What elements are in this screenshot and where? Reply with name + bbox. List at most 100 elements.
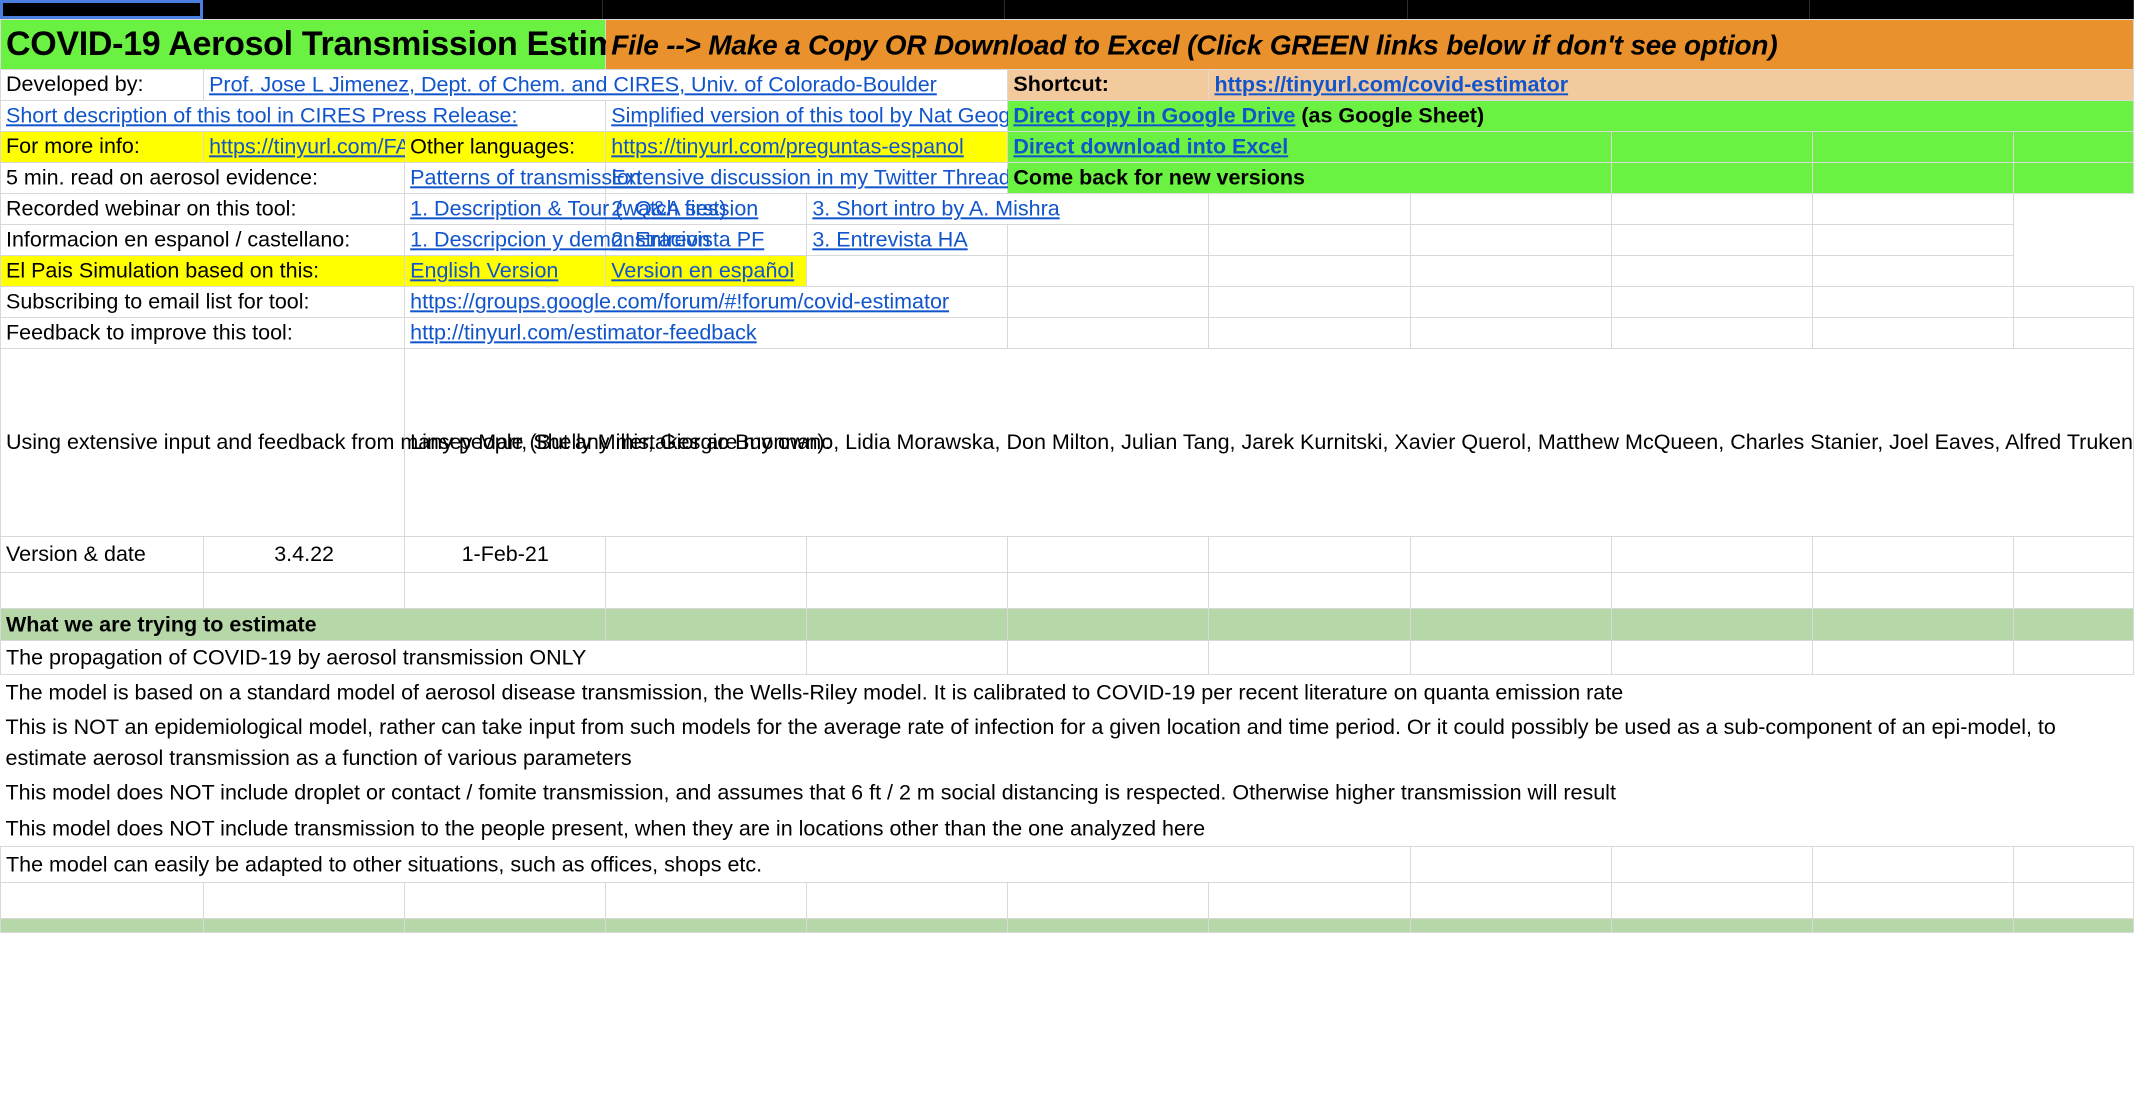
more-info-label: For more info: — [0, 131, 205, 163]
row-estimate-line-0: The propagation of COVID-19 by aerosol t… — [0, 640, 2134, 675]
blank1-cell-4 — [605, 572, 808, 609]
five-minute-read-label: 5 min. read on aerosol evidence: — [0, 162, 405, 194]
row-subscribe: Subscribing to email list for tool: http… — [0, 286, 2134, 318]
preguntas-espanol-link[interactable]: https://tinyurl.com/preguntas-espanol — [605, 131, 1008, 163]
blank2-cell-7 — [1208, 882, 1411, 920]
partial-band-cell-8 — [1409, 918, 1612, 934]
webinar-short-intro-link[interactable]: 3. Short intro by A. Mishra — [806, 193, 1209, 225]
blank1-cell-11 — [2012, 572, 2134, 609]
blank2-cell-4 — [605, 882, 808, 920]
estimate0-filler-4 — [1409, 640, 1612, 675]
cires-press-release-text: Short description of this tool in CIRES … — [6, 103, 518, 128]
partial-band-cell-11 — [2012, 918, 2134, 934]
estimate0-filler-5 — [1610, 640, 1813, 675]
elpais-filler-1 — [806, 255, 1009, 287]
cires-press-release-link[interactable]: Short description of this tool in CIRES … — [0, 100, 606, 132]
estimate0-filler-7 — [2012, 640, 2134, 675]
blank1-cell-10 — [1811, 572, 2014, 609]
feedback-filler-5 — [1811, 317, 2014, 349]
row-title: COVID-19 Aerosol Transmission Estimator … — [0, 19, 2134, 70]
row-more-info: For more info: https://tinyurl.com/FAQ-a… — [0, 131, 2134, 163]
excel-download-text: Direct download into Excel — [1013, 134, 1289, 159]
column-header-b[interactable] — [203, 0, 603, 19]
estimate-line-5-text: The model can easily be adapted to other… — [6, 852, 763, 877]
section-header-filler-6 — [1610, 608, 1813, 641]
version-filler-4 — [1208, 536, 1411, 573]
blank2-cell-5 — [806, 882, 1009, 920]
version-number: 3.4.22 — [203, 536, 406, 573]
espanol-descripcion-link[interactable]: 1. Descripcion y demonstracion — [404, 224, 710, 256]
elpais-espanol-link[interactable]: Version en español — [605, 255, 808, 287]
row-estimate-line-1: The model is based on a standard model o… — [1, 675, 2134, 711]
elpais-filler-3 — [1208, 255, 1411, 287]
make-a-copy-banner-text: File --> Make a Copy OR Download to Exce… — [611, 28, 1778, 60]
active-cell-indicator[interactable] — [0, 0, 203, 19]
natgeo-link[interactable]: Simplified version of this tool by Nat G… — [605, 100, 1069, 132]
estimate5-filler-3 — [1811, 846, 2014, 884]
blank2-cell-11 — [2012, 882, 2134, 920]
shortcut-link[interactable]: https://tinyurl.com/covid-estimator — [1208, 69, 2134, 101]
developed-by-link[interactable]: Prof. Jose L Jimenez, Dept. of Chem. and… — [203, 69, 1008, 101]
blank2-cell-1 — [0, 882, 205, 920]
section-header-filler-3 — [1007, 608, 1210, 641]
webinar-qa-session-link[interactable]: 2. Q&A session — [605, 193, 808, 225]
row-acknowledgements: Using extensive input and feedback from … — [0, 348, 2134, 537]
espanol-entrevista-pf-link[interactable]: 2. Entrevista PF — [605, 224, 808, 256]
google-drive-copy-link[interactable]: Direct copy in Google Drive (as Google S… — [1007, 100, 2134, 132]
excel-download-link[interactable]: Direct download into Excel — [1007, 131, 1612, 163]
blank2-cell-3 — [404, 882, 607, 920]
webinar-description-tour-link[interactable]: 1. Description & Tour (watch first) — [404, 193, 726, 225]
partial-band-cell-3 — [404, 918, 607, 934]
feedback-filler-1 — [1007, 317, 1210, 349]
subscribe-filler-2 — [1208, 286, 1411, 318]
blank1-cell-8 — [1409, 572, 1612, 609]
column-header-f[interactable] — [1810, 0, 2134, 19]
column-header-strip[interactable] — [0, 0, 2134, 19]
elpais-label: El Pais Simulation based on this: — [0, 255, 405, 287]
feedback-link-text: http://tinyurl.com/estimator-feedback — [410, 320, 757, 345]
faq-aerosols-link[interactable]: https://tinyurl.com/FAQ-aerosols — [203, 131, 515, 163]
estimate-line-5: The model can easily be adapted to other… — [0, 846, 1411, 884]
estimate0-filler-2 — [1007, 640, 1210, 675]
espanol-entrevista-ha-link[interactable]: 3. Entrevista HA — [806, 224, 1009, 256]
make-a-copy-banner: File --> Make a Copy OR Download to Exce… — [605, 19, 2134, 70]
informacion-espanol-label: Informacion en espanol / castellano: — [0, 224, 405, 256]
elpais-filler-6 — [1811, 255, 2014, 287]
column-header-c[interactable] — [603, 0, 1005, 19]
come-back-filler-3 — [2012, 162, 2134, 194]
feedback-link[interactable]: http://tinyurl.com/estimator-feedback — [404, 317, 1008, 349]
subscribe-link[interactable]: https://groups.google.com/forum/#!forum/… — [404, 286, 1008, 318]
blank1-cell-3 — [404, 572, 607, 609]
subscribe-link-text: https://groups.google.com/forum/#!forum/… — [410, 289, 950, 314]
subscribe-label: Subscribing to email list for tool: — [0, 286, 405, 318]
espanol-filler-3 — [1409, 224, 1612, 256]
elpais-label-text: El Pais Simulation based on this: — [6, 258, 320, 283]
version-label: Version & date — [0, 536, 205, 573]
partial-band-cell-9 — [1610, 918, 1813, 934]
row-elpais-simulation: El Pais Simulation based on this: Englis… — [0, 255, 2134, 287]
google-drive-copy-suffix: (as Google Sheet) — [1295, 103, 1485, 128]
version-filler-7 — [1811, 536, 2014, 573]
subscribe-filler-3 — [1409, 286, 1612, 318]
espanol-filler-2 — [1208, 224, 1411, 256]
column-header-e[interactable] — [1408, 0, 1810, 19]
recorded-webinar-label: Recorded webinar on this tool: — [0, 193, 405, 225]
elpais-english-link[interactable]: English Version — [404, 255, 607, 287]
other-languages-label-text: Other languages: — [410, 134, 576, 159]
feedback-label-text: Feedback to improve this tool: — [6, 320, 293, 345]
recorded-webinar-text: Recorded webinar on this tool: — [6, 196, 297, 221]
subscribe-filler-5 — [1811, 286, 2014, 318]
column-header-d[interactable] — [1005, 0, 1408, 19]
estimate-line-2: This is NOT an epidemiological model, ra… — [5, 714, 2056, 770]
partial-band-cell-10 — [1811, 918, 2014, 934]
spreadsheet-grid[interactable]: COVID-19 Aerosol Transmission Estimator … — [0, 19, 2134, 934]
estimate0-filler-6 — [1811, 640, 2014, 675]
other-languages-label: Other languages: — [404, 131, 606, 163]
version-filler-3 — [1007, 536, 1210, 573]
row-section-header: What we are trying to estimate — [0, 608, 2134, 641]
developed-by-link-text: Prof. Jose L Jimenez, Dept. of Chem. and… — [209, 72, 937, 97]
feedback-filler-3 — [1409, 317, 1612, 349]
twitter-threads-link[interactable]: Extensive discussion in my Twitter Threa… — [605, 162, 1022, 194]
patterns-of-transmission-link[interactable]: Patterns of transmission — [404, 162, 641, 194]
blank2-cell-6 — [1007, 882, 1210, 920]
